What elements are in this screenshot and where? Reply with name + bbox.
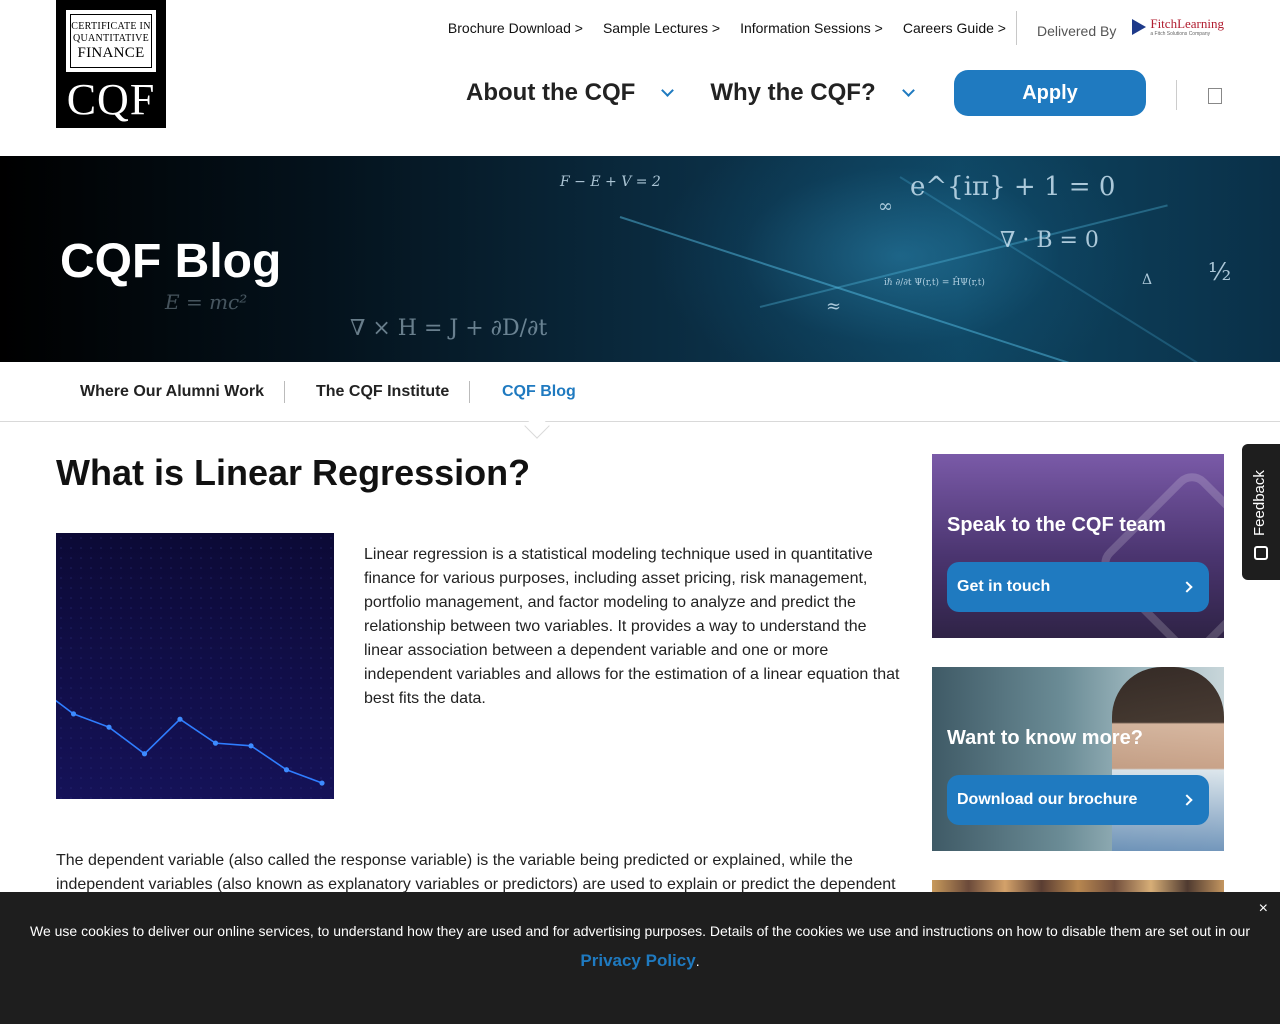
apply-button[interactable]: Apply: [954, 70, 1146, 116]
chevron-down-icon: [901, 83, 915, 97]
cookie-text: We use cookies to deliver our online ser…: [30, 923, 1250, 939]
section-subnav: Where Our Alumni Work The CQF Institute …: [0, 362, 1280, 422]
feedback-icon: [1254, 546, 1268, 560]
brochure-download-link[interactable]: Brochure Download >: [448, 20, 583, 36]
search-icon[interactable]: [1208, 88, 1222, 104]
brochure-card: Want to know more? Download our brochure: [932, 667, 1224, 851]
nav-why-label: Why the CQF?: [710, 79, 876, 106]
get-in-touch-button[interactable]: Get in touch: [947, 562, 1209, 612]
article-paragraph: The dependent variable (also called the …: [56, 852, 896, 893]
chart-point: [283, 767, 290, 773]
article-intro: Linear regression is a statistical model…: [364, 546, 900, 707]
feedback-label: Feedback: [1251, 470, 1268, 536]
site-header: CERTIFICATE IN QUANTITATIVE FINANCE CQF …: [0, 0, 1280, 156]
cookie-message: We use cookies to deliver our online ser…: [20, 916, 1260, 976]
hero-equation: E = mc²: [165, 290, 248, 314]
chart-point: [177, 716, 183, 722]
chart-point: [319, 780, 325, 786]
page-title: CQF Blog: [60, 235, 282, 288]
privacy-policy-link[interactable]: Privacy Policy: [580, 951, 695, 970]
card-title: Speak to the CQF team: [947, 514, 1166, 536]
chart-point: [248, 743, 254, 749]
button-label: Download our brochure: [957, 791, 1138, 808]
nav-separator: [1176, 80, 1177, 110]
card-decorative-shape: [1093, 465, 1224, 638]
chart-point: [70, 711, 77, 717]
fitch-name: FitchLearning: [1150, 16, 1224, 31]
hero-equation: ∇ × H = J + ∂D/∂t: [350, 316, 548, 341]
line-chart-graphic: [56, 533, 334, 799]
cookie-banner: × We use cookies to deliver our online s…: [0, 892, 1280, 1024]
logo-line-2: QUANTITATIVE: [72, 32, 150, 44]
fitch-arrow-icon: [1132, 19, 1147, 35]
speak-to-team-card: Speak to the CQF team Get in touch: [932, 454, 1224, 638]
chevron-right-icon: [1181, 581, 1193, 593]
sample-lectures-link[interactable]: Sample Lectures >: [603, 20, 720, 36]
close-icon[interactable]: ×: [1259, 900, 1268, 918]
hero-equation: F − E + V = 2: [560, 174, 661, 190]
utility-divider: [1015, 11, 1017, 45]
subnav-cqf-blog[interactable]: CQF Blog: [502, 362, 576, 422]
subnav-where-our-alumni-work[interactable]: Where Our Alumni Work: [80, 362, 264, 422]
card-title: Want to know more?: [947, 727, 1143, 749]
logo-mark: CQF: [66, 75, 156, 124]
chart-point: [106, 724, 112, 730]
logo-certificate-box: CERTIFICATE IN QUANTITATIVE FINANCE: [66, 10, 156, 72]
hero-equation: ½: [1208, 258, 1232, 286]
hero-equation: ≈: [826, 296, 842, 317]
information-sessions-link[interactable]: Information Sessions >: [740, 20, 883, 36]
fitch-sub: a Fitch Solutions Company: [1150, 31, 1211, 37]
subnav-separator: [284, 381, 285, 403]
article-title: What is Linear Regression?: [56, 452, 531, 493]
logo-line-3: FINANCE: [77, 44, 145, 61]
logo-line-1: CERTIFICATE IN: [71, 20, 151, 32]
hero-equation: ∇ · B = 0: [1000, 228, 1099, 253]
fitch-learning-logo[interactable]: FitchLearning a Fitch Solutions Company: [1132, 17, 1224, 37]
button-label: Get in touch: [957, 578, 1051, 595]
hero-equation: iℏ ∂/∂t Ψ(r,t) = ĤΨ(r,t): [884, 278, 985, 288]
subnav-separator: [469, 381, 470, 403]
hero-equation: e^{iπ} + 1 = 0: [910, 172, 1116, 202]
nav-about-label: About the CQF: [466, 79, 636, 106]
chevron-right-icon: [1181, 794, 1193, 806]
cqf-logo[interactable]: CERTIFICATE IN QUANTITATIVE FINANCE CQF: [56, 0, 166, 128]
cookie-suffix: .: [695, 953, 700, 969]
main-nav: About the CQF Why the CQF?: [466, 70, 915, 116]
hero-banner: F − E + V = 2 e^{iπ} + 1 = 0 ∇ · B = 0 E…: [0, 156, 1280, 362]
careers-guide-link[interactable]: Careers Guide >: [903, 20, 1006, 36]
feedback-tab[interactable]: Feedback: [1242, 444, 1280, 580]
chart-point: [141, 751, 148, 757]
utility-nav: Brochure Download > Sample Lectures > In…: [428, 11, 1224, 45]
chevron-down-icon: [661, 83, 675, 97]
nav-about-the-cqf[interactable]: About the CQF: [466, 79, 675, 107]
delivered-by-label: Delivered By: [1036, 23, 1117, 39]
article-image: [56, 533, 334, 799]
nav-why-the-cqf[interactable]: Why the CQF?: [710, 79, 915, 107]
download-brochure-button[interactable]: Download our brochure: [947, 775, 1209, 825]
chart-point: [212, 740, 219, 746]
subnav-the-cqf-institute[interactable]: The CQF Institute: [316, 362, 449, 422]
hero-equation: Δ: [1142, 272, 1153, 288]
hero-equation: ∞: [878, 196, 893, 217]
